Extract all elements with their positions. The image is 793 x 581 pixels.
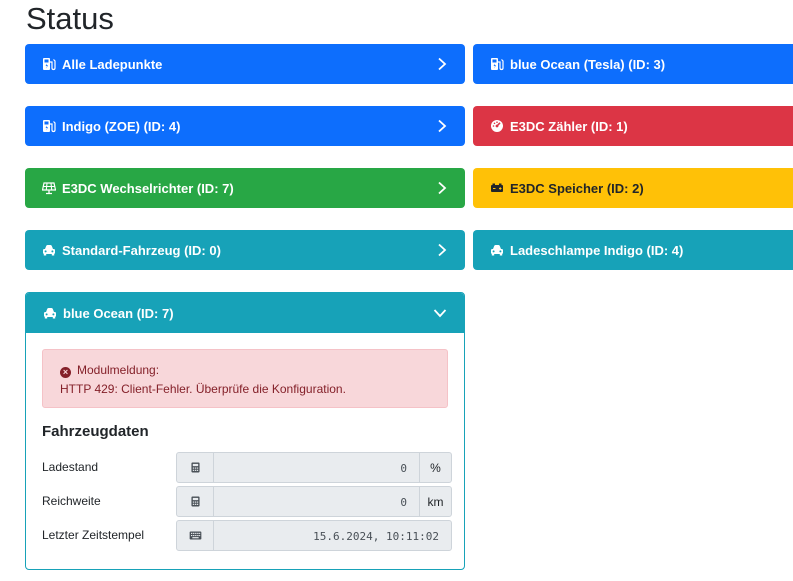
reichweite-input-group: 0 km [176, 486, 452, 517]
card-label: E3DC Speicher (ID: 2) [510, 180, 644, 196]
car-icon [42, 243, 56, 257]
module-error-alert: × Modulmeldung: HTTP 429: Client-Fehler. … [42, 349, 448, 408]
chevron-right-icon [438, 181, 447, 195]
card-label: E3DC Zähler (ID: 1) [510, 118, 628, 134]
card-indigo-zoe[interactable]: Indigo (ZOE) (ID: 4) [25, 106, 465, 146]
ladestand-value: 0 [400, 462, 407, 475]
battery-icon [490, 181, 504, 195]
ladestand-input-group: 0 % [176, 452, 452, 483]
card-standard-fahrzeug[interactable]: Standard-Fahrzeug (ID: 0) [25, 230, 465, 270]
unit-label: % [419, 453, 451, 482]
field-row-reichweite: Reichweite 0 km [42, 486, 452, 517]
car-icon [43, 306, 57, 320]
gauge-icon [490, 119, 504, 133]
card-e3dc-wechselrichter[interactable]: E3DC Wechselrichter (ID: 7) [25, 168, 465, 208]
chevron-right-icon [438, 119, 447, 133]
card-label: Alle Ladepunkte [62, 56, 163, 72]
card-header-blue-ocean[interactable]: blue Ocean (ID: 7) [26, 293, 464, 333]
keyboard-icon [177, 521, 214, 550]
card-label: blue Ocean (ID: 7) [63, 305, 174, 321]
chevron-right-icon [438, 57, 447, 71]
section-title-fahrzeugdaten: Fahrzeugdaten [42, 423, 149, 440]
card-label: Standard-Fahrzeug (ID: 0) [62, 242, 221, 258]
zeitstempel-input-group: 15.6.2024, 10:11:02 [176, 520, 452, 551]
card-label: Indigo (ZOE) (ID: 4) [62, 118, 181, 134]
field-label: Reichweite [42, 494, 101, 508]
card-alle-ladepunkte[interactable]: Alle Ladepunkte [25, 44, 465, 84]
car-icon [490, 243, 504, 257]
chevron-right-icon [438, 243, 447, 257]
zeitstempel-value: 15.6.2024, 10:11:02 [313, 530, 439, 543]
charging-station-icon [42, 119, 56, 133]
error-circle-icon: × [60, 367, 71, 378]
card-e3dc-speicher[interactable]: E3DC Speicher (ID: 2) [473, 168, 793, 208]
card-label: Ladeschlampe Indigo (ID: 4) [510, 242, 684, 258]
charging-station-icon [42, 57, 56, 71]
field-label: Ladestand [42, 460, 99, 474]
card-blue-ocean-expanded: blue Ocean (ID: 7) × Modulmeldung: HTTP 4… [25, 292, 465, 570]
field-row-zeitstempel: Letzter Zeitstempel 15.6.2024, 10:11:02 [42, 520, 452, 551]
card-label: blue Ocean (Tesla) (ID: 3) [510, 56, 666, 72]
field-label: Letzter Zeitstempel [42, 528, 145, 542]
card-e3dc-zaehler[interactable]: E3DC Zähler (ID: 1) [473, 106, 793, 146]
calculator-icon [177, 453, 214, 482]
unit-label: km [419, 487, 451, 516]
field-row-ladestand: Ladestand 0 % [42, 452, 452, 483]
page-title: Status [26, 1, 114, 36]
calculator-icon [177, 487, 214, 516]
solar-panel-icon [42, 181, 56, 195]
alert-title: Modulmeldung: [77, 363, 160, 377]
card-label: E3DC Wechselrichter (ID: 7) [62, 180, 234, 196]
reichweite-value: 0 [400, 496, 407, 509]
card-blue-ocean-tesla[interactable]: blue Ocean (Tesla) (ID: 3) [473, 44, 793, 84]
alert-message: HTTP 429: Client-Fehler. Überprüfe die K… [60, 382, 346, 396]
chevron-down-icon[interactable] [433, 308, 447, 318]
card-ladeschlampe-indigo[interactable]: Ladeschlampe Indigo (ID: 4) [473, 230, 793, 270]
charging-station-icon [490, 57, 504, 71]
